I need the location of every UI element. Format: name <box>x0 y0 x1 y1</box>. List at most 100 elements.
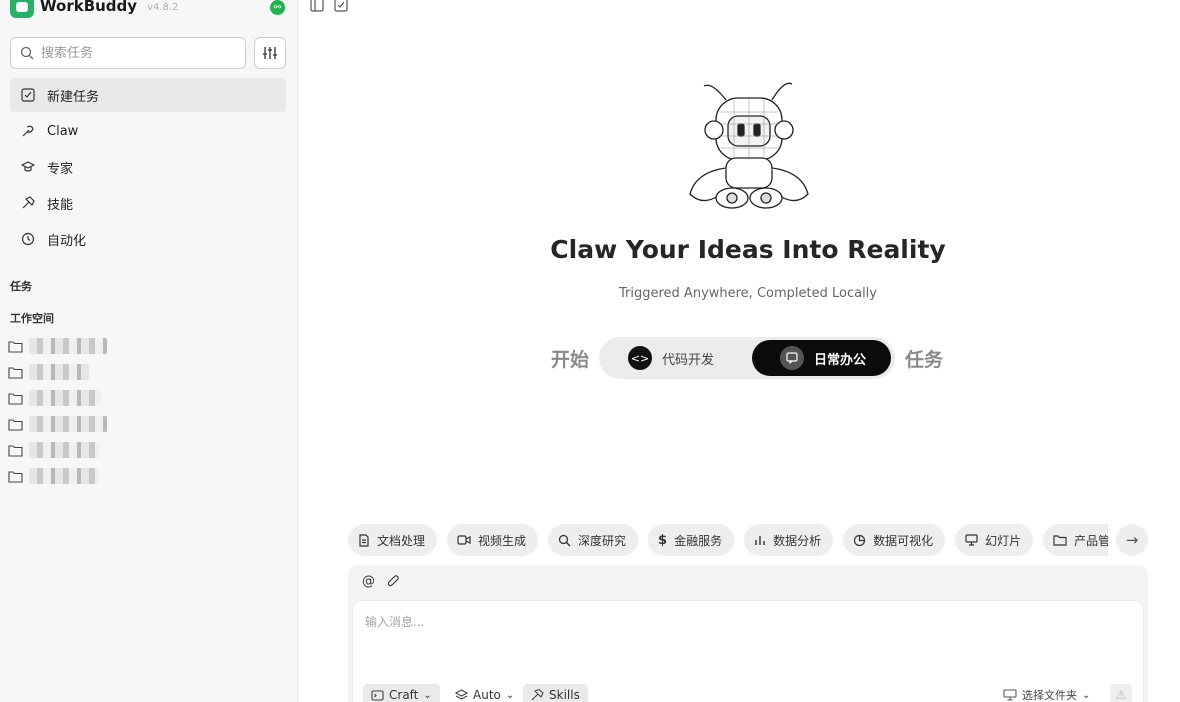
workspace-list <box>8 333 288 489</box>
chip-label: 金融服务 <box>674 533 723 548</box>
brand: WorkBuddy v4.8.2 <box>10 0 178 18</box>
sidebar-item-automation[interactable]: 自动化 <box>10 222 286 256</box>
chip-label: 数据分析 <box>773 533 822 548</box>
workspace-name-redacted <box>29 390 101 406</box>
skills-button[interactable]: Skills <box>523 684 588 702</box>
sidebar-item-label: 自动化 <box>47 233 87 249</box>
sidebar-item-new-task[interactable]: 新建任务 <box>10 78 286 112</box>
paperclip-icon[interactable] <box>387 574 400 588</box>
sidebar-item-skills[interactable]: 技能 <box>10 186 286 220</box>
chevron-down-icon: ⌄ <box>423 689 432 701</box>
pie-chart-icon <box>854 534 866 546</box>
mode-option-office[interactable]: 日常办公 <box>751 340 892 376</box>
mode-option-label: 日常办公 <box>813 352 866 368</box>
workspace-item[interactable] <box>8 333 288 359</box>
workspace-section-label: 工作空间 <box>10 312 54 325</box>
sidebar-item-label: 专家 <box>47 161 74 177</box>
craft-mode-label: Craft <box>389 688 419 702</box>
task-mode-selector: 开始 <> 代码开发 日常办公 任务 <box>551 337 943 379</box>
link-status-icon[interactable]: ⚯ <box>270 0 285 15</box>
send-arrow-icon: ⚠ <box>1115 688 1127 702</box>
sidebar-item-claw[interactable]: Claw <box>10 114 286 148</box>
search-icon <box>558 534 571 546</box>
folder-icon <box>8 444 23 457</box>
terminal-icon <box>371 689 384 701</box>
folder-icon <box>8 340 23 353</box>
chip-label: 幻灯片 <box>985 533 1022 548</box>
workspace-name-redacted <box>29 442 99 458</box>
search-icon <box>20 46 34 60</box>
clock-icon <box>20 232 35 247</box>
main-panel: Claw Your Ideas Into Reality Triggered A… <box>298 0 1180 702</box>
folder-select-label: 选择文件夹 <box>1022 689 1077 702</box>
send-button[interactable]: ⚠ <box>1110 684 1132 702</box>
monitor-icon <box>965 534 978 546</box>
suggestion-chips: 文档处理 视频生成 深度研究 $ 金融服务 数据分析 数据可视化 幻灯片 产品管 <box>348 524 1108 556</box>
mode-toggle: <> 代码开发 日常办公 <box>599 337 896 379</box>
workspace-item[interactable] <box>8 437 288 463</box>
sidebar-item-label: 技能 <box>47 197 74 213</box>
bar-chart-icon <box>755 536 765 545</box>
sliders-icon <box>263 47 277 59</box>
mode-option-code[interactable]: <> 代码开发 <box>603 340 752 376</box>
chevron-down-icon: ⌄ <box>505 689 515 701</box>
folder-icon <box>8 366 23 379</box>
workspace-item[interactable] <box>8 359 288 385</box>
search-input[interactable] <box>41 45 231 61</box>
folder-select[interactable]: 选择文件夹 ⌄ <box>1003 684 1090 702</box>
model-select[interactable]: Auto ⌄ <box>455 684 514 702</box>
workspace-name-redacted <box>29 364 89 380</box>
sidebar-nav: 新建任务 Claw 专家 技能 自动化 <box>10 78 286 258</box>
workspace-item[interactable] <box>8 411 288 437</box>
chip-document[interactable]: 文档处理 <box>348 524 438 556</box>
video-icon <box>457 535 471 545</box>
chip-finance[interactable]: $ 金融服务 <box>648 524 735 556</box>
layers-icon <box>455 689 468 700</box>
chip-research[interactable]: 深度研究 <box>548 524 639 556</box>
hammer-icon <box>20 196 35 211</box>
tasks-section-label: 任务 <box>10 280 32 293</box>
workbuddy-logo-icon <box>10 0 34 18</box>
craft-mode-pill[interactable]: Craft ⌄ <box>363 684 440 702</box>
chip-label: 视频生成 <box>478 533 527 548</box>
hero-subtitle: Triggered Anywhere, Completed Locally <box>619 286 877 301</box>
folder-icon <box>8 418 23 431</box>
mode-prefix: 开始 <box>551 348 590 371</box>
folder-icon <box>8 392 23 405</box>
mention-icon[interactable]: @ <box>362 574 375 589</box>
sidebar-item-experts[interactable]: 专家 <box>10 150 286 184</box>
message-composer: @ 输入消息... Craft ⌄ Auto ⌄ Skills 选择文件夹 ⌄ … <box>348 565 1148 702</box>
monitor-icon <box>1003 689 1017 701</box>
sidebar-item-label: 新建任务 <box>47 89 100 105</box>
chat-bubble-icon <box>779 346 804 370</box>
arrow-right-icon: → <box>1125 531 1139 549</box>
message-input[interactable]: 输入消息... Craft ⌄ Auto ⌄ Skills 选择文件夹 ⌄ ⚠ <box>352 600 1144 702</box>
workspace-item[interactable] <box>8 463 288 489</box>
filter-settings-button[interactable] <box>254 37 286 69</box>
app-name: WorkBuddy <box>40 0 138 15</box>
model-label: Auto <box>473 688 501 702</box>
sidebar: WorkBuddy v4.8.2 ⚯ 新建 <box>0 0 298 702</box>
craft-mode-select[interactable]: Craft ⌄ <box>363 684 440 702</box>
sidebar-item-label: Claw <box>47 123 79 139</box>
new-task-icon <box>20 88 35 103</box>
chip-data-analysis[interactable]: 数据分析 <box>744 524 834 556</box>
chip-label: 文档处理 <box>377 533 426 548</box>
robot-cat-mascot-icon <box>689 82 809 209</box>
chip-data-visualization[interactable]: 数据可视化 <box>843 524 946 556</box>
chip-product[interactable]: 产品管 <box>1043 524 1108 556</box>
chevron-down-icon: ⌄ <box>1082 689 1091 701</box>
workspace-item[interactable] <box>8 385 288 411</box>
search-box[interactable] <box>10 37 246 69</box>
chip-slides[interactable]: 幻灯片 <box>955 524 1034 556</box>
chip-label: 数据可视化 <box>873 533 934 548</box>
app-version: v4.8.2 <box>147 1 179 13</box>
chip-video[interactable]: 视频生成 <box>447 524 539 556</box>
workspace-name-redacted <box>29 416 107 432</box>
mode-suffix: 任务 <box>905 348 944 371</box>
folder-icon <box>1053 535 1067 546</box>
skills-label: Skills <box>549 688 580 702</box>
claw-icon <box>20 124 35 139</box>
hammer-icon <box>531 689 544 701</box>
chips-scroll-next-button[interactable]: → <box>1116 524 1148 556</box>
